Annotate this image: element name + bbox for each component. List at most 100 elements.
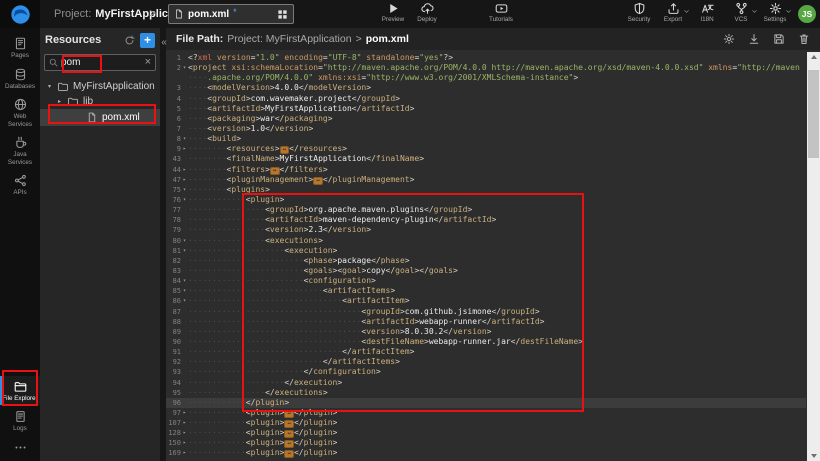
code-line[interactable]: 87····································<g… [166,307,806,317]
refresh-icon[interactable] [124,35,135,46]
code-line[interactable]: 128▸············<plugin>↔</plugin> [166,428,806,438]
clear-search-icon[interactable]: × [145,57,151,68]
fold-toggle-icon[interactable]: ▸ [181,144,188,154]
collapse-panel-button[interactable]: « [158,36,170,50]
i18n-button[interactable]: I18N [690,2,724,23]
fold-toggle-icon[interactable]: ▾ [181,63,188,73]
code-line[interactable]: 85▾····························<artifact… [166,286,806,296]
code-line[interactable]: 92····························</artifact… [166,357,806,367]
preview-button[interactable]: Preview [376,2,410,23]
tree-item-myfirstapplication[interactable]: ▾MyFirstApplication [40,79,160,94]
security-button[interactable]: Security [622,2,656,23]
code-line[interactable]: 97▸············<plugin>↔</plugin> [166,408,806,418]
fold-toggle-icon[interactable]: ▾ [181,296,188,306]
code-line[interactable]: 150▸············<plugin>↔</plugin> [166,438,806,448]
code-line[interactable]: 90····································<d… [166,337,806,347]
fold-toggle-icon[interactable]: ▾ [181,246,188,256]
folded-code-widget[interactable]: ↔ [284,420,294,428]
code-editor[interactable]: 1<?xml version="1.0" encoding="UTF-8" st… [166,50,820,461]
folded-code-widget[interactable]: ↔ [284,410,294,418]
code-line[interactable]: 9▸········<resources>↔</resources> [166,144,806,154]
tab-list-grid-icon[interactable] [277,9,288,20]
folded-code-widget[interactable]: ↔ [270,167,280,175]
export-button[interactable]: Export [656,2,690,23]
download-icon[interactable] [748,33,760,45]
code-line[interactable]: 47▸········<pluginManagement>↔</pluginMa… [166,175,806,185]
fold-toggle-icon[interactable]: ▾ [181,236,188,246]
fold-toggle-icon[interactable]: ▾ [181,276,188,286]
code-line[interactable]: 5····<artifactId>MyFirstApplication</art… [166,104,806,114]
tutorials-button[interactable]: Tutorials [484,2,518,23]
code-line[interactable]: 8▾····<build> [166,134,806,144]
code-line[interactable]: 80▾················<executions> [166,236,806,246]
fold-toggle-icon[interactable]: ▾ [181,195,188,205]
code-line[interactable]: 89····································<v… [166,327,806,337]
deploy-button[interactable]: Deploy [410,2,444,23]
tree-item-pom-xml[interactable]: pom.xml [40,109,160,126]
code-line[interactable]: 44▸········<filters>↔</filters> [166,165,806,175]
fold-toggle-icon[interactable]: ▾ [181,286,188,296]
folded-code-widget[interactable]: ↔ [280,146,290,154]
code-line[interactable]: 84▾························<configuratio… [166,276,806,286]
delete-icon[interactable] [798,33,810,45]
code-line[interactable]: 95················</executions> [166,388,806,398]
code-line[interactable]: ····.apache.org/POM/4.0.0" xmlns:xsi="ht… [166,73,806,83]
fold-toggle-icon[interactable]: ▸ [181,448,188,458]
fold-toggle-icon[interactable]: ▸ [181,418,188,428]
code-line[interactable]: 93························</configuratio… [166,367,806,377]
sidebar-item-pages[interactable]: Pages [0,33,40,63]
code-line[interactable]: 1<?xml version="1.0" encoding="UTF-8" st… [166,53,806,63]
scroll-up-icon[interactable] [807,52,820,62]
sidebar-item-apis[interactable]: APIs [0,170,40,200]
app-logo[interactable] [0,0,40,28]
code-line[interactable]: 79················<version>2.3</version> [166,225,806,235]
code-line[interactable]: 3····<modelVersion>4.0.0</modelVersion> [166,83,806,93]
code-line[interactable]: 7····<version>1.0</version> [166,124,806,134]
fold-toggle-icon[interactable]: ▸ [181,175,188,185]
sidebar-item-java-services[interactable]: Java Services [0,132,40,169]
code-line[interactable]: 83························<goals><goal>c… [166,266,806,276]
code-line[interactable]: 169▸············<plugin>↔</plugin> [166,448,806,458]
code-line[interactable]: 76▾············<plugin> [166,195,806,205]
code-line[interactable]: 82························<phase>package… [166,256,806,266]
code-line[interactable]: 43········<finalName>MyFirstApplication<… [166,154,806,164]
code-line[interactable]: 2▾<project xsi:schemaLocation="http://ma… [166,63,806,73]
fold-toggle-icon[interactable]: ▾ [181,185,188,195]
settings-button[interactable]: Settings [758,2,792,23]
vertical-scrollbar[interactable] [807,52,820,461]
fold-toggle-icon[interactable]: ▸ [181,408,188,418]
code-line[interactable]: 77················<groupId>org.apache.ma… [166,205,806,215]
search-input[interactable] [61,57,142,68]
scrollbar-thumb[interactable] [808,70,819,158]
sidebar-item-databases[interactable]: Databases [0,64,40,94]
tab-pom-xml[interactable]: pom.xml * [168,4,294,24]
folded-code-widget[interactable]: ↔ [284,430,294,438]
panel-divider[interactable] [160,28,166,461]
tree-collapsed-icon[interactable]: ▸ [56,98,63,105]
code-line[interactable]: 75▾········<plugins> [166,185,806,195]
fold-toggle-icon[interactable]: ▸ [181,165,188,175]
folded-code-widget[interactable]: ↔ [284,440,294,448]
code-line[interactable]: 78················<artifactId>maven-depe… [166,215,806,225]
code-line[interactable]: 88····································<a… [166,317,806,327]
scroll-down-icon[interactable] [807,451,820,461]
add-resource-button[interactable]: + [140,33,155,48]
code-line[interactable]: 6····<packaging>war</packaging> [166,114,806,124]
user-avatar[interactable]: JS [798,5,816,23]
save-icon[interactable] [773,33,785,45]
code-line[interactable]: 4····<groupId>com.wavemaker.project</gro… [166,94,806,104]
code-line[interactable]: 81▾····················<execution> [166,246,806,256]
code-line[interactable]: 107▸············<plugin>↔</plugin> [166,418,806,428]
sidebar-item-more[interactable] [0,437,40,457]
code-line[interactable]: 94····················</execution> [166,378,806,388]
code-line[interactable]: 91································</arti… [166,347,806,357]
fold-toggle-icon[interactable]: ▸ [181,428,188,438]
vcs-button[interactable]: VCS [724,2,758,23]
fold-toggle-icon[interactable]: ▾ [181,134,188,144]
tree-expanded-icon[interactable]: ▾ [46,83,53,90]
fold-toggle-icon[interactable]: ▸ [181,438,188,448]
editor-settings-icon[interactable] [723,33,735,45]
sidebar-item-file-explorer[interactable]: File Explorer [0,376,40,406]
code-line[interactable]: 96············</plugin> [166,398,806,408]
folded-code-widget[interactable]: ↔ [313,177,323,185]
